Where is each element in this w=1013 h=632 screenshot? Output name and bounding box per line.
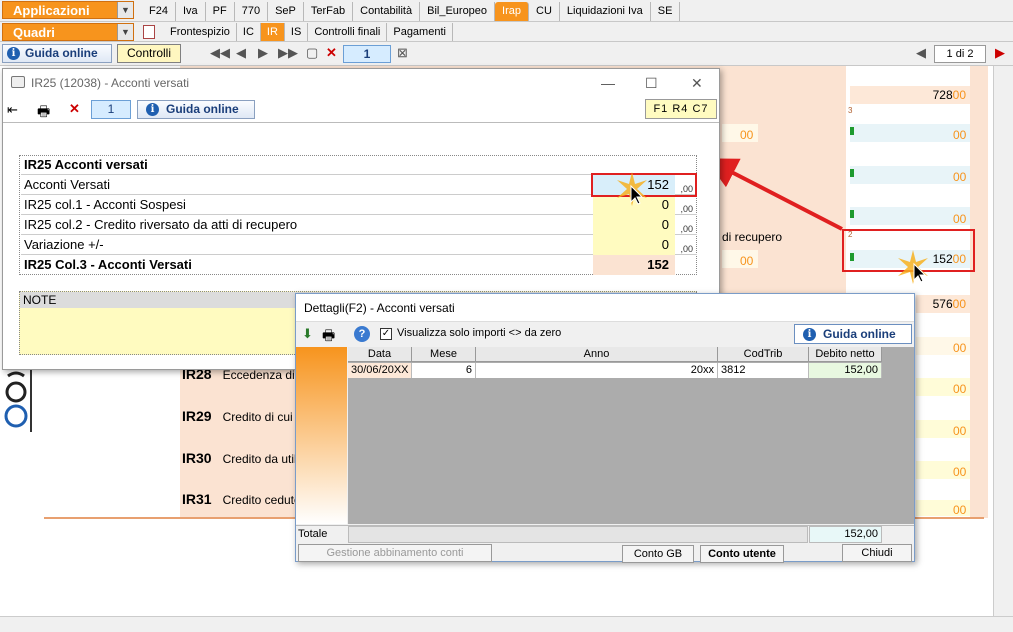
totale-bar: Totale 152,00 (296, 525, 914, 543)
totale-spacer (348, 526, 808, 543)
col-header-data[interactable]: Data (348, 347, 412, 362)
cell-mese[interactable]: 6 (412, 363, 476, 378)
vertical-scrollbar[interactable] (993, 66, 1013, 616)
ir25-guida-label: Guida online (166, 102, 239, 116)
ir25-window-title: IR25 (12038) - Acconti versati (31, 76, 190, 90)
delete-icon[interactable]: ✕ (69, 101, 80, 117)
total-value: 152 (593, 255, 675, 275)
col-header-codtrib[interactable]: CodTrib (718, 347, 809, 362)
row-label: IR25 col.1 - Acconti Sospesi (24, 197, 186, 212)
variazione-field[interactable]: 0 (593, 235, 675, 255)
print-icon[interactable]: 🖶 (37, 101, 50, 125)
conto-gb-button[interactable]: Conto GB (622, 545, 694, 563)
row-variazione: Variazione +/- 0 ,00 (21, 235, 697, 255)
row-label: Variazione +/- (24, 237, 104, 252)
solo-importi-checkbox[interactable]: ✓ (380, 328, 392, 340)
cell-anno[interactable]: 20xx (476, 363, 718, 378)
horizontal-scrollbar[interactable] (0, 616, 1013, 632)
export-icon[interactable]: ⬇ (302, 326, 313, 342)
col-header-mese[interactable]: Mese (412, 347, 476, 362)
solo-importi-label: Visualizza solo importi <> da zero (397, 327, 562, 339)
dettagli-guida-label: Guida online (823, 327, 896, 341)
row-acconti-sospesi: IR25 col.1 - Acconti Sospesi 0 ,00 (21, 195, 697, 215)
ir25-guida-button[interactable]: i Guida online (137, 100, 255, 119)
minimize-icon[interactable]: — (601, 69, 615, 97)
exit-icon[interactable]: ⇤ (7, 102, 18, 118)
ir25-toolbar: ⇤ 🖶 ✕ 1 i Guida online F1 R4 C7 (3, 97, 719, 123)
dettagli-toolbar: ⬇ 🖶 ? ✓ Visualizza solo importi <> da ze… (296, 322, 914, 346)
totale-label: Totale (298, 528, 328, 540)
ir25-window-titlebar: IR25 (12038) - Acconti versati — ☐ ✕ (3, 69, 719, 97)
info-icon: i (803, 328, 816, 341)
gestione-abbinamento-button[interactable]: Gestione abbinamento conti (298, 544, 492, 562)
cell-data[interactable]: 30/06/20XX (348, 363, 412, 378)
credito-riversato-field[interactable]: 0 (593, 215, 675, 235)
cell-codtrib[interactable]: 3812 (718, 363, 809, 378)
maximize-icon[interactable]: ☐ (645, 69, 658, 97)
info-icon: i (146, 103, 159, 116)
click-spark-icon (617, 172, 647, 206)
dettagli-window-title: Dettagli(F2) - Acconti versati (296, 294, 914, 322)
conto-utente-button[interactable]: Conto utente (700, 545, 784, 563)
row-label: Acconti Versati (24, 177, 110, 192)
arrow-to-window (704, 158, 843, 231)
side-strip (296, 347, 347, 524)
help-icon[interactable]: ? (354, 326, 370, 342)
total-label: IR25 Col.3 - Acconti Versati (24, 257, 192, 272)
cell-debito[interactable]: 152,00 (809, 363, 882, 378)
row-label: IR25 col.2 - Credito riversato da atti d… (24, 217, 298, 232)
row-credito-riversato: IR25 col.2 - Credito riversato da atti d… (21, 215, 697, 235)
ir25-page-field[interactable]: 1 (91, 100, 131, 119)
close-icon[interactable]: ✕ (691, 69, 703, 97)
ir25-table-title: IR25 Acconti versati (21, 155, 697, 175)
dettagli-guida-button[interactable]: i Guida online (794, 324, 912, 344)
dettagli-window: Dettagli(F2) - Acconti versati ⬇ 🖶 ? ✓ V… (295, 293, 915, 563)
print-icon[interactable]: 🖶 (322, 325, 335, 349)
col-header-anno[interactable]: Anno (476, 347, 718, 362)
click-spark-icon (898, 250, 928, 284)
chiudi-button[interactable]: Chiudi (842, 544, 912, 562)
row-total: IR25 Col.3 - Acconti Versati 152 (21, 255, 697, 275)
col-header-debito[interactable]: Debito netto (809, 347, 882, 362)
app-icon (11, 76, 25, 88)
field-code-label: F1 R4 C7 (645, 99, 717, 119)
totale-value: 152,00 (809, 526, 882, 543)
